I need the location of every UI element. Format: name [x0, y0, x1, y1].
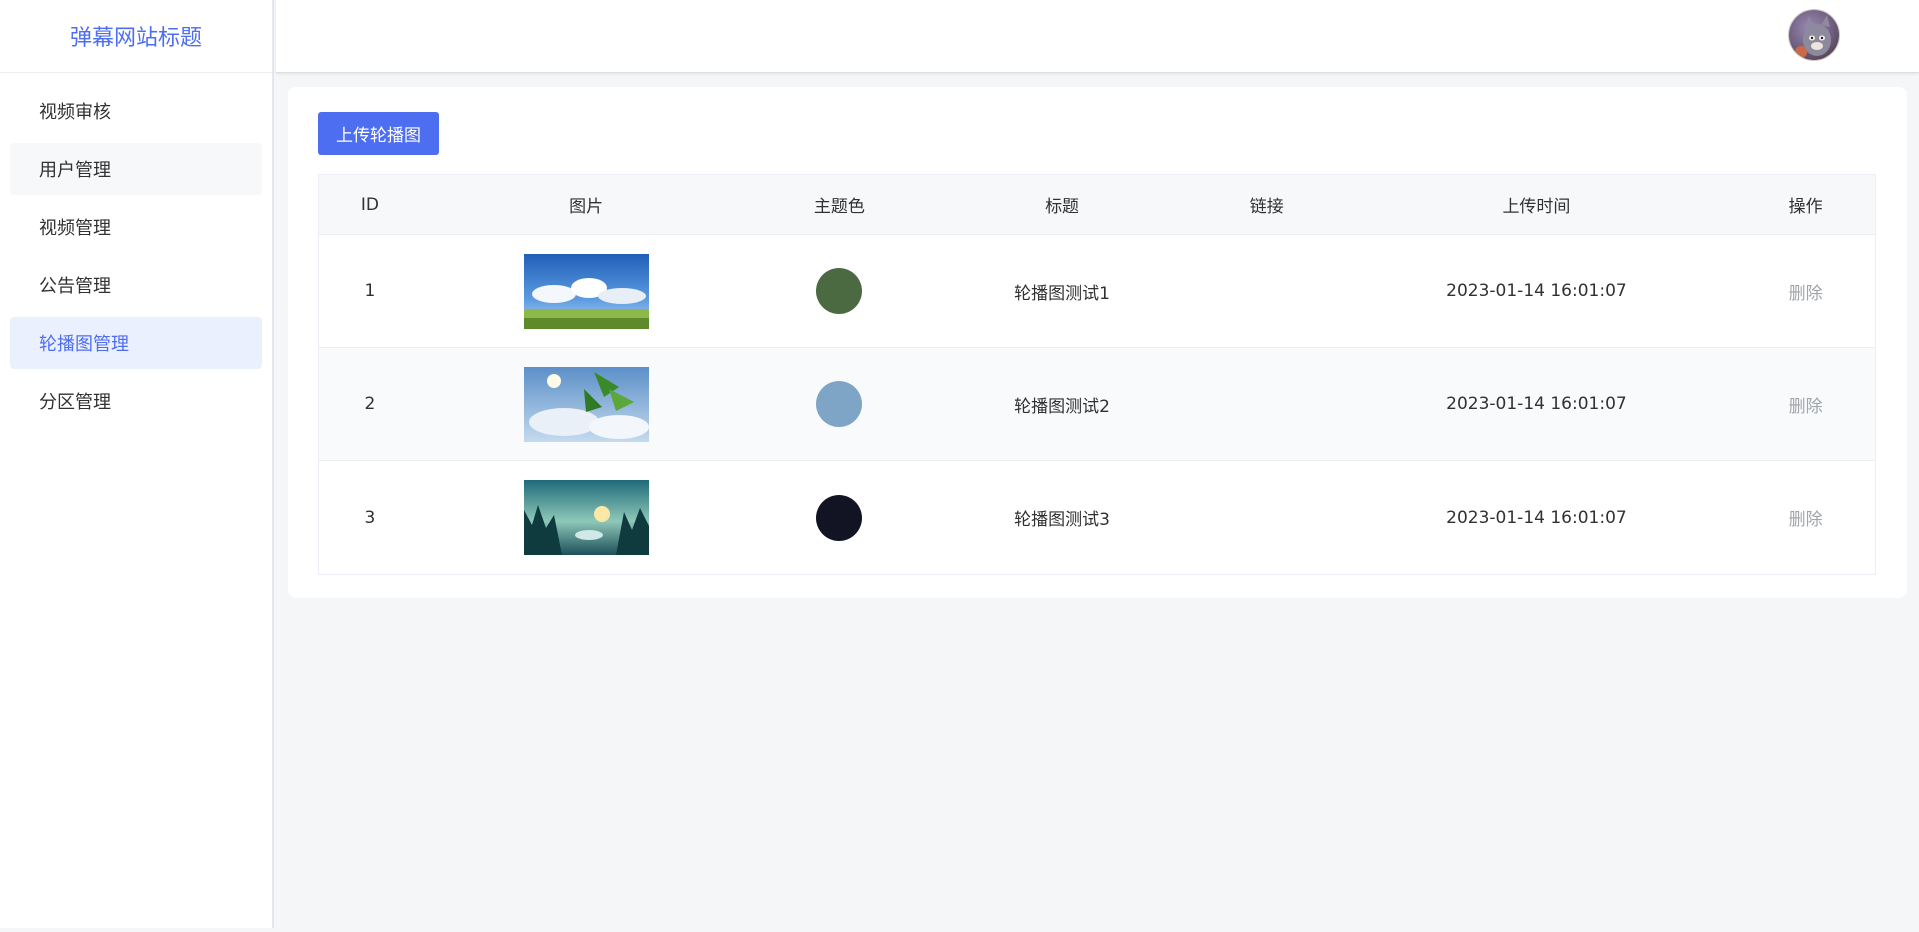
column-header-title: 标题	[1045, 197, 1080, 217]
sidebar-menu: 视频审核 用户管理 视频管理 公告管理 轮播图管理 分区管理	[0, 73, 272, 427]
table-header: ID 图片 主题色 标题 链接 上传时间 操作	[319, 175, 1875, 235]
cell-title: 轮播图测试3	[1014, 510, 1110, 530]
cell-upload-time: 2023-01-14 16:01:07	[1446, 507, 1627, 528]
carousel-table: ID 图片 主题色 标题 链接 上传时间 操作 1 轮播图测试1 2023-01…	[318, 174, 1876, 575]
color-swatch	[816, 268, 863, 314]
content-card: 上传轮播图 ID 图片 主题色 标题 链接 上传时间 操作 1 轮播图测试1 2…	[288, 87, 1907, 598]
cell-image	[421, 366, 752, 442]
table-row: 1 轮播图测试1 2023-01-14 16:01:07 删除	[319, 235, 1875, 348]
table-row: 3 轮播图测试3 2023-01-14 16:01:07 删除	[319, 461, 1875, 574]
cell-theme-color	[751, 268, 927, 314]
sidebar-item-partition-management[interactable]: 分区管理	[10, 375, 262, 427]
sidebar-item-video-review[interactable]: 视频审核	[10, 85, 262, 137]
avatar-icon	[1789, 10, 1839, 60]
sidebar-item-video-management[interactable]: 视频管理	[10, 201, 262, 253]
cell-image	[421, 480, 752, 555]
column-header-link: 链接	[1249, 197, 1284, 217]
cell-theme-color	[751, 494, 927, 541]
sidebar-item-announcement-management[interactable]: 公告管理	[10, 259, 262, 311]
delete-link[interactable]: 删除	[1789, 279, 1823, 304]
cell-id: 1	[364, 281, 376, 301]
site-title[interactable]: 弹幕网站标题	[0, 0, 272, 73]
carousel-thumbnail-leaves[interactable]	[523, 366, 649, 442]
app-root: 弹幕网站标题 视频审核 用户管理 视频管理 公告管理 轮播图管理 分区管理 上传…	[0, 0, 1919, 932]
user-avatar[interactable]	[1788, 9, 1840, 61]
cell-theme-color	[751, 381, 927, 427]
carousel-thumbnail-sky[interactable]	[523, 253, 649, 329]
cell-title: 轮播图测试2	[1014, 396, 1110, 417]
delete-link[interactable]: 删除	[1789, 505, 1823, 530]
sidebar-item-user-management[interactable]: 用户管理	[10, 143, 262, 195]
cell-actions: 删除	[1736, 279, 1875, 304]
column-header-upload-time: 上传时间	[1502, 197, 1571, 217]
cell-image	[421, 253, 752, 329]
cell-upload-time: 2023-01-14 16:01:07	[1446, 281, 1627, 301]
column-header-theme-color: 主题色	[813, 197, 865, 217]
cell-id: 2	[364, 394, 376, 414]
column-header-image: 图片	[569, 197, 604, 217]
cell-actions: 删除	[1736, 505, 1875, 530]
upload-carousel-button[interactable]: 上传轮播图	[318, 112, 439, 155]
delete-link[interactable]: 删除	[1789, 392, 1823, 417]
sidebar: 弹幕网站标题 视频审核 用户管理 视频管理 公告管理 轮播图管理 分区管理	[0, 0, 274, 928]
carousel-thumbnail-forest[interactable]	[523, 480, 649, 555]
column-header-id: ID	[360, 194, 379, 215]
cell-upload-time: 2023-01-14 16:01:07	[1446, 394, 1627, 414]
color-swatch	[816, 381, 863, 427]
sidebar-item-carousel-management[interactable]: 轮播图管理	[10, 317, 262, 369]
color-swatch	[816, 494, 863, 541]
cell-actions: 删除	[1736, 392, 1875, 417]
top-header	[276, 0, 1919, 73]
cell-id: 3	[364, 507, 376, 528]
table-row: 2 轮播图测试2 2023-01-14 16:01:07 删除	[319, 348, 1875, 461]
cell-title: 轮播图测试1	[1014, 283, 1110, 304]
column-header-actions: 操作	[1788, 197, 1823, 217]
